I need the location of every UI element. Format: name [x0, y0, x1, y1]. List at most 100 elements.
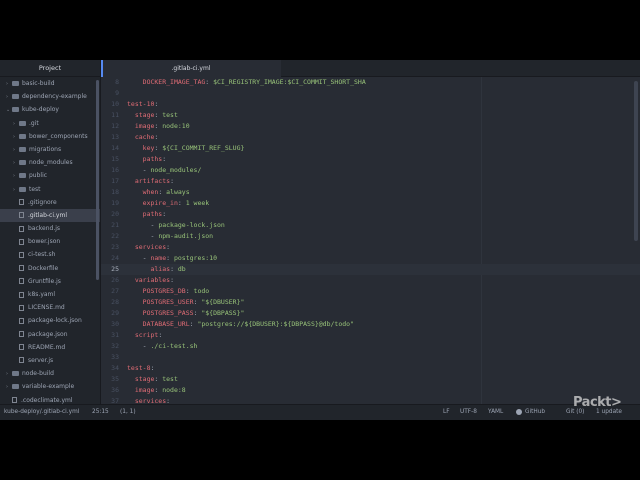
tree-item[interactable]: › basic-build	[0, 77, 100, 90]
code-line[interactable]: 34 test-8:	[101, 363, 640, 374]
code-token: :	[150, 364, 155, 372]
tree-item[interactable]: bower.json	[0, 235, 100, 248]
tree-item[interactable]: › bower_components	[0, 130, 100, 143]
code-token: DATABASE_URL	[142, 320, 190, 328]
code-token: todo	[193, 287, 210, 295]
line-number: 34	[111, 364, 119, 372]
code-line[interactable]: 35 stage: test	[101, 374, 640, 385]
code-line[interactable]: 15 paths:	[101, 154, 640, 165]
tree-item[interactable]: › variable-example	[0, 380, 100, 393]
status-github[interactable]: GitHub	[516, 405, 545, 420]
status-bar: kube-deploy/.gitlab-ci.yml 25:15 (1, 1) …	[0, 404, 640, 420]
code-line[interactable]: 24 - name: postgres:10	[101, 253, 640, 264]
code-line[interactable]: 8 DOCKER_IMAGE_TAG: $CI_REGISTRY_IMAGE:$…	[101, 77, 640, 88]
code-line[interactable]: 10 test-10:	[101, 99, 640, 110]
code-line[interactable]: 25 alias: db	[101, 264, 640, 275]
line-number: 23	[111, 243, 119, 251]
code-line[interactable]: 12 image: node:10	[101, 121, 640, 132]
code-line[interactable]: 33	[101, 352, 640, 363]
code-token: :	[177, 199, 186, 207]
code-token: stage	[134, 111, 155, 119]
tree-item[interactable]: › dependency-example	[0, 90, 100, 103]
github-icon	[516, 408, 522, 415]
code-line[interactable]: 26 variables:	[101, 275, 640, 286]
code-line[interactable]: 11 stage: test	[101, 110, 640, 121]
tree-item[interactable]: LICENSE.md	[0, 301, 100, 314]
tree-item-label: Dockerfile	[28, 264, 59, 272]
tab-bar: .gitlab-ci.yml	[101, 60, 640, 77]
tree-item[interactable]: .gitlab-ci.yml	[0, 208, 100, 223]
code-token: package-lock.json	[158, 221, 225, 229]
code-line[interactable]: 14 key: ${CI_COMMIT_REF_SLUG}	[101, 143, 640, 154]
code-token: :	[158, 188, 167, 196]
file-icon	[12, 397, 17, 403]
tree-item-label: variable-example	[22, 383, 75, 391]
code-editor[interactable]: 8 DOCKER_IMAGE_TAG: $CI_REGISTRY_IMAGE:$…	[101, 77, 640, 404]
code-line[interactable]: 31 script:	[101, 330, 640, 341]
line-code: services:	[127, 242, 170, 253]
tree-item[interactable]: README.md	[0, 341, 100, 354]
tree-item[interactable]: › .git	[0, 117, 100, 130]
project-tree-header[interactable]: Project	[0, 60, 100, 77]
tree-item[interactable]: .gitignore	[0, 196, 100, 209]
line-number: 10	[111, 100, 119, 108]
code-line[interactable]: 32 - ./ci-test.sh	[101, 341, 640, 352]
code-token: services	[134, 397, 167, 404]
tree-item[interactable]: › node_modules	[0, 156, 100, 169]
line-number: 35	[111, 375, 119, 383]
file-icon	[19, 278, 24, 285]
file-icon	[19, 304, 24, 311]
code-line[interactable]: 23 services:	[101, 242, 640, 253]
tree-scrollbar[interactable]	[96, 80, 99, 280]
code-line[interactable]: 18 when: always	[101, 187, 640, 198]
tree-item-label: node_modules	[29, 159, 73, 167]
code-line[interactable]: 17 artifacts:	[101, 176, 640, 187]
code-token: always	[166, 188, 190, 196]
code-line[interactable]: 13 cache:	[101, 132, 640, 143]
tree-item[interactable]: backend.js	[0, 222, 100, 235]
tree-item[interactable]: Gruntfile.js	[0, 275, 100, 288]
status-cursor-position[interactable]: 25:15	[92, 405, 109, 420]
tree-item[interactable]: server.js	[0, 354, 100, 367]
tree-item-label: Gruntfile.js	[28, 277, 61, 285]
tree-item[interactable]: Dockerfile	[0, 262, 100, 275]
code-line[interactable]: 20 paths:	[101, 209, 640, 220]
status-grammar[interactable]: YAML	[488, 405, 503, 420]
status-file-path[interactable]: kube-deploy/.gitlab-ci.yml	[4, 405, 79, 420]
code-line[interactable]: 28 POSTGRES_USER: "${DBUSER}"	[101, 297, 640, 308]
tree-item[interactable]: › node-build	[0, 367, 100, 380]
tree-item[interactable]: package.json	[0, 328, 100, 341]
line-number: 17	[111, 177, 119, 185]
status-line-ending[interactable]: LF	[443, 405, 450, 420]
tree-item[interactable]: .codeclimate.yml	[0, 394, 100, 405]
tree-item[interactable]: k8s.yaml	[0, 288, 100, 301]
code-line[interactable]: 19 expire_in: 1 week	[101, 198, 640, 209]
tree-item[interactable]: package-lock.json	[0, 314, 100, 327]
code-token: POSTGRES_USER	[142, 298, 194, 306]
line-code: cache:	[127, 132, 159, 143]
code-line[interactable]: 21 - package-lock.json	[101, 220, 640, 231]
tree-item[interactable]: › test	[0, 183, 100, 196]
code-line[interactable]: 16 - node_modules/	[101, 165, 640, 176]
tab-gitlab-ci-yml[interactable]: .gitlab-ci.yml	[101, 60, 281, 77]
folder-icon	[19, 160, 26, 166]
code-line[interactable]: 36 image: node:8	[101, 385, 640, 396]
code-line[interactable]: 30 DATABASE_URL: "postgres://${DBUSER}:$…	[101, 319, 640, 330]
tree-item[interactable]: ci-test.sh	[0, 248, 100, 261]
line-code: test-8:	[127, 363, 154, 374]
tree-item[interactable]: › public	[0, 169, 100, 182]
tree-item[interactable]: ⌄ kube-deploy	[0, 103, 100, 116]
code-line[interactable]: 27 POSTGRES_DB: todo	[101, 286, 640, 297]
code-line[interactable]: 29 POSTGRES_PASS: "${DBPASS}"	[101, 308, 640, 319]
tree-item[interactable]: › migrations	[0, 143, 100, 156]
code-token: test-8	[127, 364, 151, 372]
tree-item-label: .codeclimate.yml	[21, 396, 73, 404]
editor-scrollbar[interactable]	[634, 81, 638, 241]
code-token: expire_in	[142, 199, 178, 207]
code-line[interactable]: 37 services:	[101, 396, 640, 404]
code-line[interactable]: 9	[101, 88, 640, 99]
code-line[interactable]: 22 - npm-audit.json	[101, 231, 640, 242]
status-encoding[interactable]: UTF-8	[460, 405, 477, 420]
